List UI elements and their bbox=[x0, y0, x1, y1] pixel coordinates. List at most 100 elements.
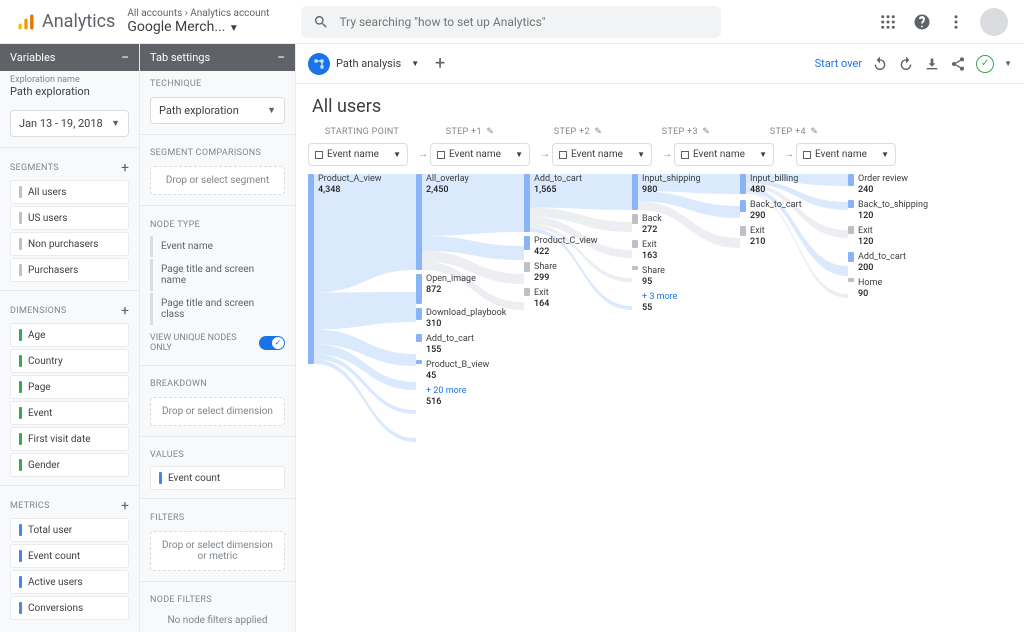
chip-total-user[interactable]: Total user bbox=[10, 518, 129, 542]
chip-event[interactable]: Event bbox=[10, 401, 129, 425]
path-node[interactable]: Back272 bbox=[632, 214, 701, 236]
account-selector[interactable]: All accounts › Analytics account Google … bbox=[127, 8, 269, 35]
search-input[interactable] bbox=[339, 15, 709, 29]
filters-drop-zone[interactable]: Drop or select dimension or metric bbox=[150, 531, 285, 571]
arrow-icon: → bbox=[538, 143, 552, 166]
step-node-selector[interactable]: Event name▼ bbox=[552, 143, 652, 166]
step-header: STEP +4 ✎ bbox=[740, 127, 848, 137]
path-node[interactable]: Download_playbook310 bbox=[416, 308, 506, 330]
share-icon[interactable] bbox=[950, 56, 966, 72]
collapse-icon[interactable]: − bbox=[121, 53, 129, 63]
path-node[interactable]: All_overlay2,450 bbox=[416, 174, 506, 270]
path-node[interactable]: Exit120 bbox=[848, 226, 928, 248]
path-node[interactable]: Open_image872 bbox=[416, 274, 506, 304]
chip-us-users[interactable]: US users bbox=[10, 206, 129, 230]
variables-panel: Variables− Exploration namePath explorat… bbox=[0, 44, 140, 632]
chip-first-visit-date[interactable]: First visit date bbox=[10, 427, 129, 451]
chip-purchasers[interactable]: Purchasers bbox=[10, 258, 129, 282]
path-node[interactable]: Order review240 bbox=[848, 174, 928, 196]
start-over-link[interactable]: Start over bbox=[815, 57, 862, 70]
exploration-canvas: Path analysis▼ + Start over ✓ ▼ All user… bbox=[296, 44, 1024, 632]
path-node[interactable]: Product_C_view422 bbox=[524, 236, 598, 258]
step-header: STEP +1 ✎ bbox=[416, 127, 524, 137]
node-type-option[interactable]: Page title and screen class bbox=[150, 293, 285, 325]
unique-nodes-toggle[interactable] bbox=[259, 336, 285, 350]
edit-icon[interactable]: ✎ bbox=[810, 127, 818, 137]
arrow-icon: → bbox=[660, 143, 674, 166]
node-type-option[interactable]: Event name bbox=[150, 236, 285, 257]
step-node-selector[interactable]: Event name▼ bbox=[674, 143, 774, 166]
product-logo[interactable]: Analytics bbox=[16, 11, 115, 32]
step-node-selector[interactable]: Event name▼ bbox=[308, 143, 408, 166]
technique-tab[interactable]: Path analysis▼ bbox=[308, 53, 419, 75]
path-node[interactable]: Product_A_view4,348 bbox=[308, 174, 382, 364]
tab-settings-panel: Tab settings− TECHNIQUE Path exploration… bbox=[140, 44, 296, 632]
canvas-toolbar: Path analysis▼ + Start over ✓ ▼ bbox=[296, 44, 1024, 84]
segment-drop-zone[interactable]: Drop or select segment bbox=[150, 166, 285, 195]
arrow-icon: → bbox=[782, 143, 796, 166]
collapse-icon[interactable]: − bbox=[277, 53, 285, 63]
path-node[interactable]: Product_B_view45 bbox=[416, 360, 506, 382]
add-segment-icon[interactable]: + bbox=[121, 160, 129, 176]
path-node[interactable]: Exit164 bbox=[524, 288, 598, 310]
arrow-icon: → bbox=[416, 143, 430, 166]
chip-gender[interactable]: Gender bbox=[10, 453, 129, 477]
search-bar[interactable] bbox=[301, 6, 721, 38]
add-tab-button[interactable]: + bbox=[429, 53, 451, 75]
chip-all-users[interactable]: All users bbox=[10, 180, 129, 204]
undo-icon[interactable] bbox=[872, 56, 888, 72]
path-node[interactable]: Add_to_cart1,565 bbox=[524, 174, 598, 232]
chip-active-users[interactable]: Active users bbox=[10, 570, 129, 594]
user-avatar[interactable] bbox=[980, 8, 1008, 36]
edit-icon[interactable]: ✎ bbox=[594, 127, 602, 137]
node-type-option[interactable]: Page title and screen name bbox=[150, 259, 285, 291]
date-range-picker[interactable]: Jan 13 - 19, 2018▼ bbox=[10, 110, 129, 137]
path-node[interactable]: Home90 bbox=[848, 278, 928, 300]
path-node[interactable]: Input_shipping980 bbox=[632, 174, 701, 210]
path-node[interactable]: Share95 bbox=[632, 266, 701, 288]
download-icon[interactable] bbox=[924, 56, 940, 72]
apps-icon[interactable] bbox=[878, 12, 898, 32]
help-icon[interactable] bbox=[912, 12, 932, 32]
path-node[interactable]: Add_to_cart155 bbox=[416, 334, 506, 356]
chip-event-count[interactable]: Event count bbox=[10, 544, 129, 568]
technique-select[interactable]: Path exploration▼ bbox=[150, 97, 285, 124]
more-icon[interactable] bbox=[946, 12, 966, 32]
edit-icon[interactable]: ✎ bbox=[486, 127, 494, 137]
chip-non-purchasers[interactable]: Non purchasers bbox=[10, 232, 129, 256]
variables-header: Variables− bbox=[0, 44, 139, 71]
step-header: STARTING POINT bbox=[308, 127, 416, 137]
chip-age[interactable]: Age bbox=[10, 323, 129, 347]
path-analysis-icon bbox=[308, 53, 330, 75]
add-dimension-icon[interactable]: + bbox=[121, 303, 129, 319]
status-indicator[interactable]: ✓ bbox=[976, 55, 994, 73]
search-icon bbox=[313, 14, 329, 30]
node-filters-text: No node filters applied bbox=[140, 609, 295, 632]
step-header: STEP +2 ✎ bbox=[524, 127, 632, 137]
path-node[interactable]: Exit210 bbox=[740, 226, 802, 248]
canvas-title: All users bbox=[296, 84, 1024, 123]
chip-country[interactable]: Country bbox=[10, 349, 129, 373]
breakdown-drop-zone[interactable]: Drop or select dimension bbox=[150, 397, 285, 426]
redo-icon[interactable] bbox=[898, 56, 914, 72]
analytics-logo-icon bbox=[16, 12, 36, 32]
add-metric-icon[interactable]: + bbox=[121, 498, 129, 514]
path-node[interactable]: Back_to_cart290 bbox=[740, 200, 802, 222]
path-node[interactable]: Share299 bbox=[524, 262, 598, 284]
values-chip[interactable]: Event count bbox=[150, 466, 285, 490]
path-node[interactable]: Add_to_cart200 bbox=[848, 252, 928, 274]
step-node-selector[interactable]: Event name▼ bbox=[430, 143, 530, 166]
chip-conversions[interactable]: Conversions bbox=[10, 596, 129, 620]
step-header: STEP +3 ✎ bbox=[632, 127, 740, 137]
app-header: Analytics All accounts › Analytics accou… bbox=[0, 0, 1024, 44]
chip-page[interactable]: Page bbox=[10, 375, 129, 399]
edit-icon[interactable]: ✎ bbox=[702, 127, 710, 137]
path-node[interactable]: Input_billing480 bbox=[740, 174, 802, 196]
tab-settings-header: Tab settings− bbox=[140, 44, 295, 71]
path-node[interactable]: Exit163 bbox=[632, 240, 701, 262]
product-name: Analytics bbox=[42, 11, 115, 32]
more-nodes-link[interactable]: + 3 more55 bbox=[632, 292, 701, 314]
more-nodes-link[interactable]: + 20 more516 bbox=[416, 386, 506, 408]
step-node-selector[interactable]: Event name▼ bbox=[796, 143, 896, 166]
path-node[interactable]: Back_to_shipping120 bbox=[848, 200, 928, 222]
